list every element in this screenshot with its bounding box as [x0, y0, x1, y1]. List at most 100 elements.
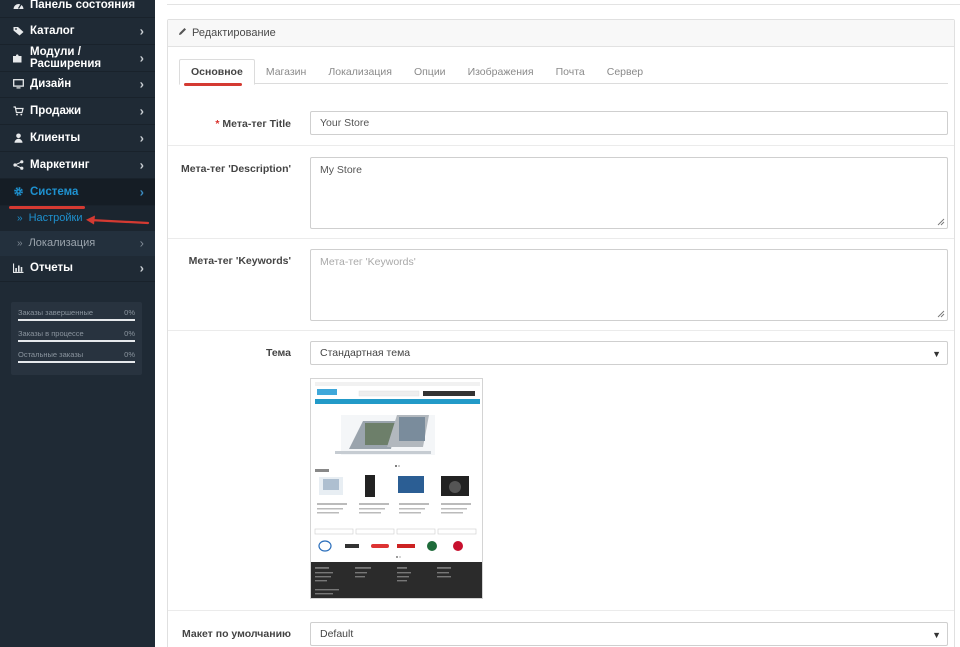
- desktop-icon: [11, 79, 25, 89]
- sidebar-item-sales[interactable]: Продажи ›: [0, 98, 155, 126]
- tab-localization[interactable]: Локализация: [317, 59, 403, 84]
- chevron-right-icon: ›: [139, 157, 144, 173]
- meta-description-textarea[interactable]: My Store: [310, 157, 948, 229]
- sidebar-subitem-label: Настройки: [28, 212, 83, 225]
- meta-keywords-textarea[interactable]: Мета-тег 'Keywords': [310, 249, 948, 321]
- default-layout-label: Макет по умолчанию: [182, 628, 291, 640]
- settings-tabs: Основное Магазин Локализация Опции Изобр…: [179, 59, 948, 85]
- form-row-meta-description: Мета-тег 'Description' My Store: [168, 145, 954, 238]
- dashboard-icon: [11, 0, 25, 10]
- double-chevron-icon: »: [17, 237, 23, 249]
- sidebar: Панель состояния Каталог › Модули / Расш…: [0, 0, 155, 647]
- theme-select-value: Стандартная тема: [320, 347, 411, 359]
- meta-description-value: My Store: [320, 164, 363, 176]
- puzzle-icon: [11, 53, 25, 63]
- stat-value: 0%: [124, 308, 135, 317]
- sidebar-item-marketing[interactable]: Маркетинг ›: [0, 151, 155, 179]
- form-row-meta-keywords: Мета-тег 'Keywords' Мета-тег 'Keywords': [168, 238, 954, 330]
- meta-keywords-placeholder: Мета-тег 'Keywords': [320, 256, 416, 268]
- meta-description-label: Мета-тег 'Description': [181, 163, 291, 175]
- sidebar-item-label: Продажи: [30, 105, 82, 118]
- sidebar-item-label: Панель состояния: [30, 0, 136, 11]
- sidebar-item-dashboard[interactable]: Панель состояния: [0, 0, 155, 18]
- sidebar-subitem-localization[interactable]: » Локализация ›: [0, 230, 155, 256]
- order-stats: Заказы завершенные 0% Заказы в процессе 0%…: [11, 302, 142, 375]
- annotation-arrow-icon: [86, 215, 150, 225]
- stat-completed: Заказы завершенные 0%: [18, 308, 135, 321]
- cart-icon: [11, 106, 25, 116]
- chevron-right-icon: ›: [139, 235, 144, 251]
- sidebar-item-label: Маркетинг: [30, 158, 90, 171]
- sidebar-menu: Панель состояния Каталог › Модули / Расш…: [0, 0, 155, 283]
- sidebar-item-label: Система: [30, 185, 79, 198]
- share-icon: [11, 160, 25, 170]
- sidebar-item-system[interactable]: Система ›: [0, 178, 155, 206]
- gear-icon: [11, 186, 25, 197]
- caret-down-icon: ▼: [932, 349, 941, 359]
- chevron-right-icon: ›: [139, 23, 144, 39]
- required-mark: *: [215, 118, 220, 130]
- theme-preview-image: [310, 378, 483, 599]
- user-icon: [11, 133, 25, 143]
- theme-select[interactable]: Стандартная тема ▼: [310, 341, 948, 365]
- meta-title-label: * Мета-тег Title: [168, 118, 291, 130]
- stat-processing: Заказы в процессе 0%: [18, 329, 135, 342]
- resize-grip-icon[interactable]: [937, 218, 945, 226]
- chevron-right-icon: ›: [139, 260, 144, 276]
- chevron-right-icon: ›: [139, 130, 144, 146]
- double-chevron-icon: »: [17, 212, 23, 224]
- edit-panel: Редактирование Основное Магазин Локализа…: [167, 19, 955, 647]
- resize-grip-icon[interactable]: [937, 310, 945, 318]
- progress-bar: [18, 361, 135, 363]
- sidebar-item-label: Модули / Расширения: [29, 45, 102, 70]
- pencil-icon: [178, 27, 187, 39]
- tab-images[interactable]: Изображения: [457, 59, 545, 84]
- stat-label: Заказы завершенные: [18, 308, 94, 317]
- progress-bar: [18, 319, 135, 321]
- sidebar-item-design[interactable]: Дизайн ›: [0, 71, 155, 99]
- chevron-right-icon: ›: [139, 103, 144, 119]
- progress-bar: [18, 340, 135, 342]
- tab-store[interactable]: Магазин: [255, 59, 318, 84]
- chevron-right-icon: ›: [139, 50, 144, 66]
- tag-icon: [11, 26, 25, 36]
- chevron-right-icon: ›: [139, 184, 144, 200]
- stat-value: 0%: [124, 350, 135, 359]
- stat-other: Остальные заказы 0%: [18, 350, 135, 363]
- form-row-default-layout: Макет по умолчанию Default ▼: [168, 610, 954, 647]
- top-divider: [167, 0, 960, 5]
- stat-value: 0%: [124, 329, 135, 338]
- form-row-meta-title: * Мета-тег Title Your Store: [168, 97, 954, 145]
- form-row-theme: Тема Стандартная тема ▼: [168, 330, 954, 610]
- storefront-screenshot: [311, 379, 482, 598]
- sidebar-item-catalog[interactable]: Каталог ›: [0, 18, 155, 45]
- chevron-right-icon: ›: [139, 76, 144, 92]
- sidebar-item-customers[interactable]: Клиенты ›: [0, 125, 155, 152]
- sidebar-item-label: Отчеты: [30, 262, 73, 275]
- meta-title-input[interactable]: Your Store: [310, 111, 948, 135]
- annotation-underline: [9, 206, 85, 209]
- tab-mail[interactable]: Почта: [545, 59, 596, 84]
- sidebar-item-label: Каталог: [30, 24, 75, 37]
- default-layout-select[interactable]: Default ▼: [310, 622, 948, 646]
- stat-label: Заказы в процессе: [18, 329, 84, 338]
- panel-heading: Редактирование: [168, 20, 954, 47]
- sidebar-item-label: Дизайн: [30, 78, 72, 91]
- sidebar-item-reports[interactable]: Отчеты ›: [0, 255, 155, 283]
- bar-chart-icon: [11, 263, 25, 274]
- sidebar-item-label: Клиенты: [30, 132, 81, 145]
- stat-label: Остальные заказы: [18, 350, 84, 359]
- tab-options[interactable]: Опции: [403, 59, 457, 84]
- caret-down-icon: ▼: [932, 630, 941, 640]
- tab-server[interactable]: Сервер: [596, 59, 654, 84]
- theme-label: Тема: [265, 347, 291, 359]
- sidebar-item-modules[interactable]: Модули / Расширения ›: [0, 44, 155, 72]
- annotation-underline: [184, 83, 242, 86]
- tab-general[interactable]: Основное: [179, 59, 255, 85]
- meta-keywords-label: Мета-тег 'Keywords': [188, 255, 291, 267]
- main-content: Редактирование Основное Магазин Локализа…: [155, 0, 960, 647]
- default-layout-select-value: Default: [320, 628, 354, 640]
- panel-title: Редактирование: [192, 27, 276, 39]
- sidebar-subitem-label: Локализация: [28, 237, 96, 250]
- meta-title-label-text: Мета-тег Title: [222, 118, 291, 130]
